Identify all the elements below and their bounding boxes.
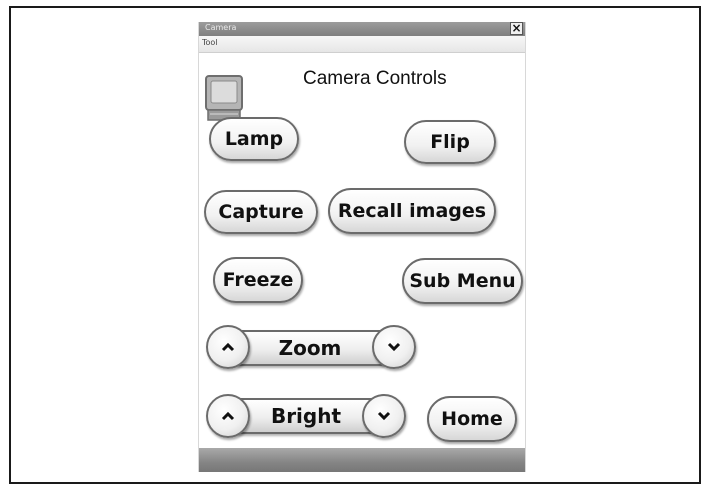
close-button[interactable]: × bbox=[510, 22, 523, 35]
bottom-toolbar bbox=[199, 448, 525, 472]
chevron-down-icon bbox=[387, 342, 401, 352]
capture-button[interactable]: Capture bbox=[204, 190, 318, 234]
bright-down-button[interactable] bbox=[362, 394, 406, 438]
window-title: Camera bbox=[205, 23, 237, 32]
zoom-up-button[interactable] bbox=[206, 325, 250, 369]
freeze-button[interactable]: Freeze bbox=[213, 257, 303, 303]
home-button[interactable]: Home bbox=[427, 396, 517, 442]
lamp-button[interactable]: Lamp bbox=[209, 117, 299, 161]
chevron-up-icon bbox=[221, 411, 235, 421]
chevron-down-icon bbox=[377, 411, 391, 421]
menu-bar: Tool bbox=[199, 36, 525, 53]
zoom-control: Zoom bbox=[235, 330, 385, 366]
recall-images-button[interactable]: Recall images bbox=[328, 188, 496, 234]
bright-up-button[interactable] bbox=[206, 394, 250, 438]
page-title: Camera Controls bbox=[303, 68, 447, 89]
sub-menu-button[interactable]: Sub Menu bbox=[402, 258, 523, 304]
bright-control: Bright bbox=[235, 398, 377, 434]
menu-tab-tool[interactable]: Tool bbox=[202, 38, 218, 47]
zoom-down-button[interactable] bbox=[372, 325, 416, 369]
chevron-up-icon bbox=[221, 342, 235, 352]
flip-button[interactable]: Flip bbox=[404, 120, 496, 164]
title-bar: Camera × bbox=[199, 22, 525, 36]
camera-window: Camera × Tool Camera Controls Lamp Flip … bbox=[198, 22, 526, 472]
